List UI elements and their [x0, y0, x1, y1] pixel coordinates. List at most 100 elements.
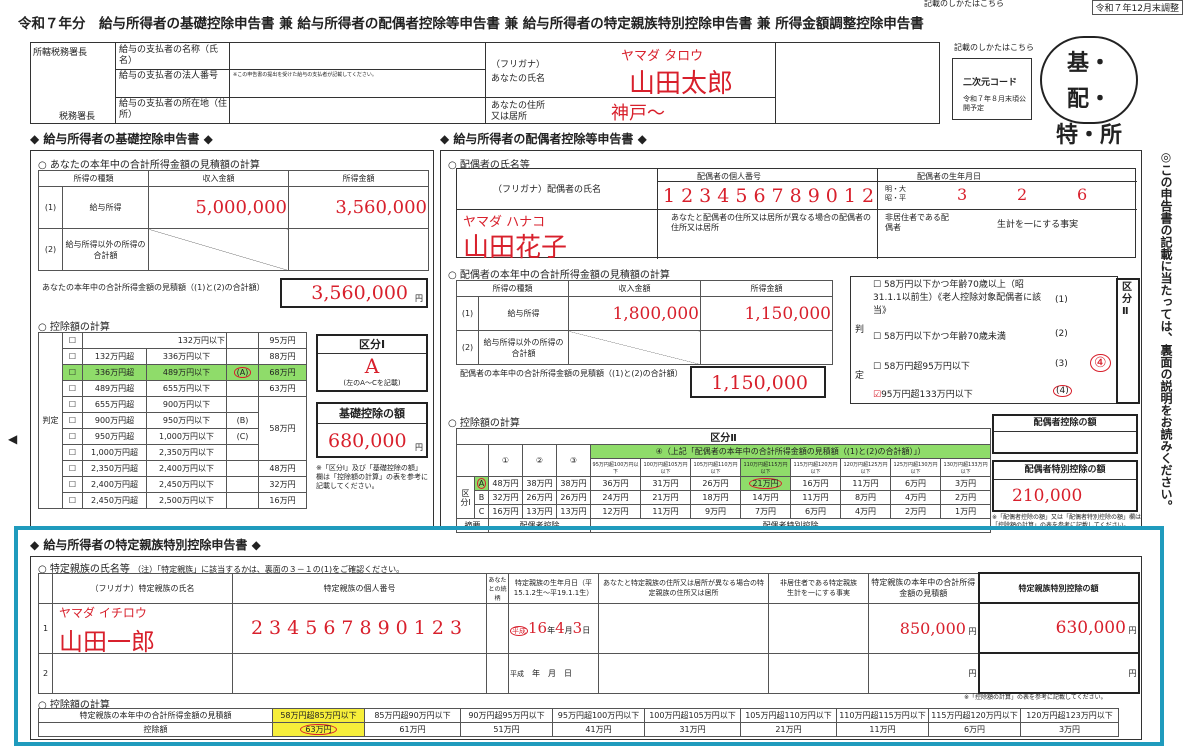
rowA-10: 3万円 — [939, 476, 992, 491]
kubun2-box-visible: 区分Ⅱ — [1116, 278, 1140, 404]
sp-band-5: 120万円超125万円以下 — [840, 458, 891, 477]
rowB-6: 14万円 — [740, 490, 791, 505]
rel-income-label: 特定親族の本年中の合計所得金額の見積額 — [868, 572, 979, 604]
rel-ded-label: 特定親族特別控除の額 — [977, 572, 1140, 604]
sp-band-6: 125万円超130万円以下 — [890, 458, 941, 477]
sp-band-1: 100万円超105万円以下 — [640, 458, 691, 477]
rowA-2: 38万円 — [556, 476, 591, 491]
basic-deduction-label: 基礎控除の額 — [318, 404, 426, 424]
sp-band-2: 105万円超110万円以下 — [690, 458, 741, 477]
band-2b: 489万円以下 — [146, 364, 227, 381]
band-9a: 2,400万円超 — [82, 476, 147, 493]
rel-band-4: 100万円超105万円以下 — [644, 708, 741, 723]
rel-amt-8: 3万円 — [1020, 722, 1119, 737]
relative-section-title: ◆ 給与所得者の特定親族特別控除申告書 ◆ — [30, 538, 261, 552]
judge-3: ☐ 58万円超95万円以下 — [873, 362, 970, 372]
sp-row1-income: 1,800,000 — [568, 296, 701, 331]
kubun2-table-title: 区分Ⅱ — [455, 428, 992, 445]
rel-era: 平成 — [510, 626, 528, 636]
rel-rel-label: あなたとの続柄 — [486, 572, 509, 604]
band-4a: 655万円超 — [82, 396, 147, 413]
rowC-10: 1万円 — [939, 504, 992, 519]
band-4b: 900万円以下 — [146, 396, 227, 413]
rel-number-label: 特定親族の個人番号 — [232, 572, 487, 604]
th-amount: 所得金額 — [288, 170, 429, 187]
judge-num-1: (1) — [1055, 295, 1068, 305]
kubun1-value: A — [364, 354, 380, 378]
howto-text[interactable]: 記載のしかたはこちら — [954, 42, 1034, 53]
yen: 円 — [1128, 626, 1137, 635]
spouse-judge-box: 判定 ☐ 58万円以下かつ年齢70歳以上（昭31.1.1以前生）《老人控除対象配… — [850, 276, 1118, 404]
judge-3-text: 58万円超95万円以下 — [883, 362, 970, 372]
month-label: 月 — [564, 626, 573, 635]
judge-4: ☑95万円超133万円以下 — [873, 390, 973, 400]
band-10a: 2,450万円超 — [82, 492, 147, 509]
rel-band-8: 120万円超123万円以下 — [1020, 708, 1119, 723]
spouse-special-amount: 210,000 — [1012, 486, 1083, 506]
rel-amt-4: 31万円 — [644, 722, 741, 737]
yen: 円 — [868, 652, 979, 694]
howto-link[interactable]: 記載のしかたはこちら — [924, 0, 1004, 9]
rowA-3: 36万円 — [590, 476, 641, 491]
rowB-4: 21万円 — [640, 490, 691, 505]
band-9b: 2,450万円以下 — [146, 476, 227, 493]
rowC-0: 16万円 — [488, 504, 523, 519]
sp-band-4: 115万円超120万円以下 — [790, 458, 841, 477]
year-label: 年 — [547, 626, 556, 635]
relative-info-table: （フリガナ）特定親族の氏名 特定親族の個人番号 あなたとの続柄 特定親族の生年月日（平… — [38, 572, 1140, 694]
spouse-name: 山田花子 — [463, 233, 568, 263]
basic-income-table: 所得の種類 収入金額 所得金額 (1) 給与所得 5,000,000 3,560,00… — [38, 170, 429, 271]
rowB-8: 8万円 — [840, 490, 891, 505]
basic-sub2: ○ 控除額の計算 — [38, 322, 110, 333]
basic-section-title: ◆ 給与所得者の基礎控除申告書 ◆ — [30, 132, 213, 146]
rel-birth-m: 4 — [555, 619, 565, 637]
judge-2-text: 58万円以下かつ年齢70歳未満 — [883, 332, 1006, 342]
spouse-total-box: 1,150,000 — [690, 366, 826, 398]
rel-name: 山田一郎 — [59, 627, 155, 653]
payer-address-label: 給与の支払者の所在地（住所） — [119, 99, 228, 120]
sp-th-amount: 所得金額 — [700, 280, 833, 297]
basic-total-label: あなたの本年中の合計所得金額の見積額（(1)と(2)の合計額） — [42, 283, 265, 292]
spouse-living-label: 生計を一にする事実 — [997, 220, 1079, 230]
band-0-amt: 95万円 — [258, 332, 307, 349]
judge-num-2: (2) — [1055, 329, 1068, 339]
hantei-label: 判定 — [38, 332, 63, 509]
spouse-special-box: 配偶者特別控除の額 210,000 — [992, 460, 1138, 512]
band-10b: 2,500万円以下 — [146, 492, 227, 509]
judge-1-text: 58万円以下かつ年齢70歳以上（昭31.1.1以前生）《老人控除対象配偶者に該当… — [873, 280, 1042, 316]
spouse-sub2: ○ 配偶者の本年中の合計所得金額の見積額の計算 — [448, 270, 670, 281]
band-2a: 336万円超 — [82, 364, 147, 381]
kubun1-label: 区分Ⅰ — [318, 336, 426, 354]
judge-1: ☐ 58万円以下かつ年齢70歳以上（昭31.1.1以前生）《老人控除対象配偶者に… — [873, 280, 1042, 316]
rowA-8: 11万円 — [840, 476, 891, 491]
qr-placeholder: 二次元コード 令和７年８月末頃公開予定 — [952, 58, 1032, 120]
rel-amt-6: 11万円 — [836, 722, 929, 737]
band-6a: 950万円超 — [82, 428, 147, 445]
yen: 円 — [415, 294, 423, 303]
office-suffix: 税務署長 — [59, 112, 96, 122]
rowC-4: 11万円 — [640, 504, 691, 519]
spouse-section-title: ◆ 給与所得者の配偶者控除等申告書 ◆ — [440, 132, 647, 146]
page-title: 令和７年分 給与所得者の基礎控除申告書 兼 給与所得者の配偶者控除等申告書 兼 … — [18, 16, 924, 32]
rel-furigana: ヤマダ イチロウ — [59, 605, 147, 620]
rowA-6: 21万円 — [749, 478, 782, 489]
rowC-6: 7万円 — [740, 504, 791, 519]
band-7b: 2,350万円以下 — [146, 444, 227, 461]
th-income: 収入金額 — [148, 170, 289, 187]
rowC-2: 13万円 — [556, 504, 591, 519]
judge-num-4: (4) — [1053, 385, 1072, 397]
left-arrow-icon: ◀ — [8, 432, 18, 446]
rowC-7: 6万円 — [790, 504, 841, 519]
rel-era2: 平成 — [510, 669, 524, 678]
spouse-nonres-label: 非居住者である配偶者 — [885, 213, 949, 232]
form-badge: 基・配・特・所 — [1040, 36, 1138, 148]
rowB-9: 4万円 — [890, 490, 941, 505]
kubun1-note: (左のA～Cを記載) — [343, 379, 401, 387]
kubun1-box: 区分Ⅰ A (左のA～Cを記載) — [316, 334, 428, 392]
spouse-sub3: ○ 控除額の計算 — [448, 418, 520, 429]
rowB-0: 32万円 — [488, 490, 523, 505]
sp-band-7: 130万円超133万円以下 — [939, 458, 992, 477]
band-10-amt: 16万円 — [258, 492, 307, 509]
rowB-3: 24万円 — [590, 490, 641, 505]
qr-label: 二次元コード — [963, 78, 1018, 88]
